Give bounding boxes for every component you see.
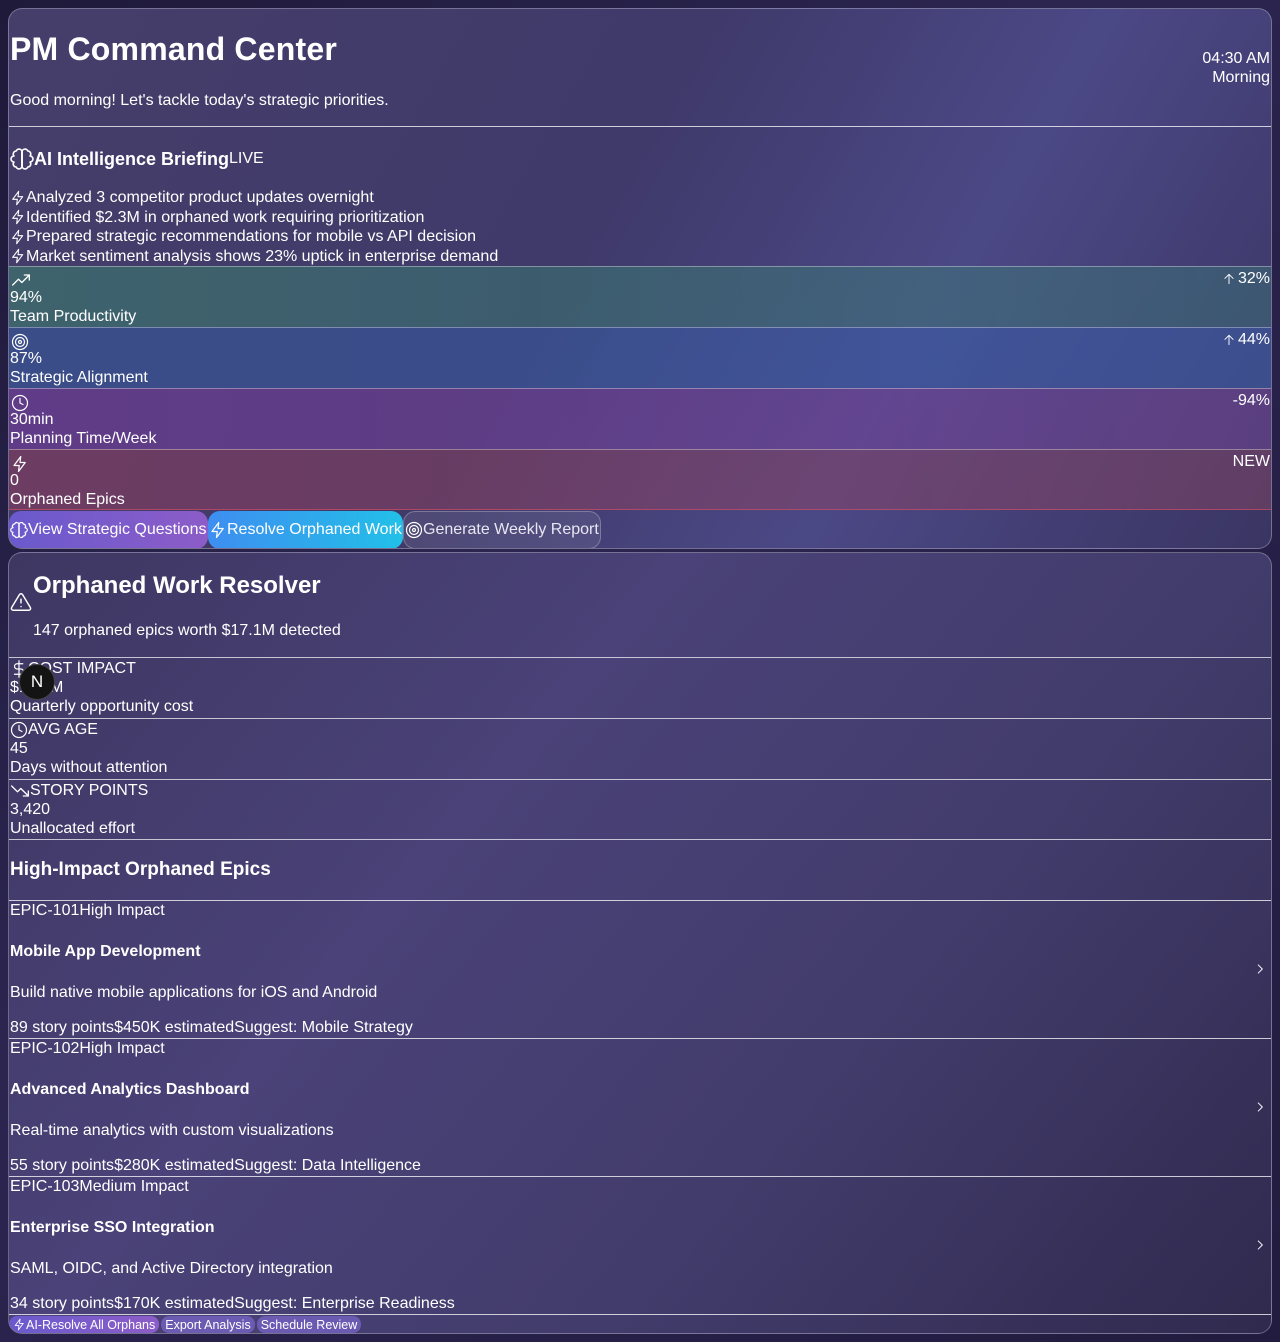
stat-value: 45: [10, 740, 28, 757]
list-item: Market sentiment analysis shows 23% upti…: [10, 247, 498, 267]
metric-label: Orphaned Epics: [10, 491, 125, 508]
list-item: Identified $2.3M in orphaned work requir…: [10, 208, 498, 228]
impact-badge: High Impact: [79, 902, 165, 919]
section-subtitle: 147 orphaned epics worth $17.1M detected: [33, 622, 341, 639]
stat-cost-impact: COST IMPACT $17.1M Quarterly opportunity…: [9, 657, 1271, 718]
action-bar: View Strategic Questions Resolve Orphane…: [9, 511, 601, 548]
stat-label: AVG AGE: [28, 721, 98, 738]
epic-cost: $280K estimated: [114, 1157, 235, 1174]
epic-suggestion: Suggest: Mobile Strategy: [234, 1019, 413, 1036]
epic-points: 34 story points: [10, 1295, 115, 1312]
epic-suggestion: Suggest: Data Intelligence: [234, 1157, 421, 1174]
new-badge: NEW: [1232, 453, 1270, 470]
metric-value: 94%: [10, 289, 43, 306]
epic-name: Advanced Analytics Dashboard: [10, 1081, 250, 1098]
stat-story-points: STORY POINTS 3,420 Unallocated effort: [9, 779, 1271, 840]
target-icon: [405, 521, 423, 539]
command-center-card: PM Command Center Good morning! Let's ta…: [8, 8, 1272, 549]
epic-description: Build native mobile applications for iOS…: [10, 984, 378, 1001]
page-title: PM Command Center: [10, 31, 337, 67]
zap-icon: [209, 521, 227, 539]
stat-sub: Days without attention: [10, 759, 168, 776]
view-strategic-questions-button[interactable]: View Strategic Questions: [9, 511, 208, 548]
metric-label: Planning Time/Week: [10, 430, 157, 447]
footer-actions: AI-Resolve All Orphans Export Analysis S…: [9, 1316, 362, 1333]
stat-sub: Quarterly opportunity cost: [10, 698, 194, 715]
schedule-review-button[interactable]: Schedule Review: [256, 1316, 362, 1333]
arrow-up-icon: [1222, 333, 1236, 347]
briefing-title: AI Intelligence Briefing: [34, 148, 230, 169]
ai-briefing: AI Intelligence Briefing LIVE Analyzed 3…: [9, 126, 1271, 266]
metric-planning-time: -94% 30min Planning Time/Week: [9, 388, 1271, 449]
zap-icon: [11, 455, 29, 473]
epic-points: 89 story points: [10, 1019, 115, 1036]
metric-value: 87%: [10, 350, 43, 367]
clock-period: Morning: [1212, 69, 1270, 86]
metric-label: Team Productivity: [10, 308, 137, 325]
trend-badge: -94%: [1232, 392, 1270, 409]
stat-avg-age: AVG AGE 45 Days without attention: [9, 718, 1271, 779]
metric-strategic-alignment: 44% 87% Strategic Alignment: [9, 327, 1271, 388]
briefing-list: Analyzed 3 competitor product updates ov…: [10, 188, 498, 266]
brain-icon: [10, 147, 34, 171]
epic-id: EPIC-102: [10, 1040, 80, 1057]
live-badge: LIVE: [229, 150, 264, 167]
metric-team-productivity: 32% 94% Team Productivity: [9, 266, 1271, 327]
trending-up-icon: [11, 272, 31, 288]
impact-badge: High Impact: [79, 1040, 165, 1057]
epic-id: EPIC-101: [10, 902, 80, 919]
epics-heading: High-Impact Orphaned Epics: [10, 859, 271, 880]
epic-cost: $170K estimated: [114, 1295, 235, 1312]
zap-icon: [10, 248, 26, 264]
epic-description: Real-time analytics with custom visualiz…: [10, 1122, 334, 1139]
trend-badge: 32%: [1222, 270, 1270, 288]
epic-points: 55 story points: [10, 1157, 115, 1174]
epic-cost: $450K estimated: [114, 1019, 235, 1036]
stat-label: STORY POINTS: [30, 782, 149, 799]
epic-row[interactable]: EPIC-101 High Impact Mobile App Developme…: [9, 900, 1271, 1039]
chevron-right-icon: [1253, 1100, 1267, 1114]
clock-icon: [11, 394, 29, 412]
stat-sub: Unallocated effort: [10, 820, 136, 837]
zap-icon: [13, 1318, 26, 1331]
list-item: Prepared strategic recommendations for m…: [10, 227, 498, 247]
epic-suggestion: Suggest: Enterprise Readiness: [234, 1295, 455, 1312]
impact-badge: Medium Impact: [79, 1178, 189, 1195]
zap-icon: [10, 209, 26, 225]
metric-value: 0: [10, 472, 19, 489]
clock-icon: [10, 721, 28, 739]
target-icon: [11, 333, 29, 351]
epic-row[interactable]: EPIC-102 High Impact Advanced Analytics D…: [9, 1038, 1271, 1177]
metric-label: Strategic Alignment: [10, 369, 148, 386]
epic-description: SAML, OIDC, and Active Directory integra…: [10, 1260, 333, 1277]
section-title: Orphaned Work Resolver: [33, 572, 321, 599]
metric-value: 30min: [10, 411, 54, 428]
metric-orphaned-epics: NEW 0 Orphaned Epics: [9, 449, 1271, 510]
stat-value: 3,420: [10, 801, 51, 818]
brain-icon: [10, 521, 28, 539]
clock-time: 04:30 AM: [1202, 50, 1270, 67]
export-analysis-button[interactable]: Export Analysis: [161, 1316, 255, 1333]
epic-name: Mobile App Development: [10, 943, 201, 960]
epic-id: EPIC-103: [10, 1178, 80, 1195]
epic-name: Enterprise SSO Integration: [10, 1219, 215, 1236]
epic-row[interactable]: EPIC-103 Medium Impact Enterprise SSO Int…: [9, 1176, 1271, 1315]
alert-triangle-icon: [10, 591, 32, 613]
arrow-up-icon: [1222, 272, 1236, 286]
trending-down-icon: [10, 783, 30, 799]
chevron-right-icon: [1253, 1238, 1267, 1252]
generate-weekly-report-button[interactable]: Generate Weekly Report: [403, 511, 601, 548]
orphaned-work-card: Orphaned Work Resolver 147 orphaned epic…: [8, 552, 1272, 1334]
zap-icon: [10, 229, 26, 245]
clock: 04:30 AM Morning: [1202, 49, 1270, 87]
chevron-right-icon: [1253, 962, 1267, 976]
avatar[interactable]: N: [19, 664, 55, 700]
ai-resolve-all-button[interactable]: AI-Resolve All Orphans: [9, 1316, 160, 1333]
greeting-text: Good morning! Let's tackle today's strat…: [10, 92, 389, 109]
trend-badge: 44%: [1222, 331, 1270, 349]
resolve-orphaned-work-button[interactable]: Resolve Orphaned Work: [208, 511, 403, 548]
list-item: Analyzed 3 competitor product updates ov…: [10, 188, 498, 208]
zap-icon: [10, 190, 26, 206]
